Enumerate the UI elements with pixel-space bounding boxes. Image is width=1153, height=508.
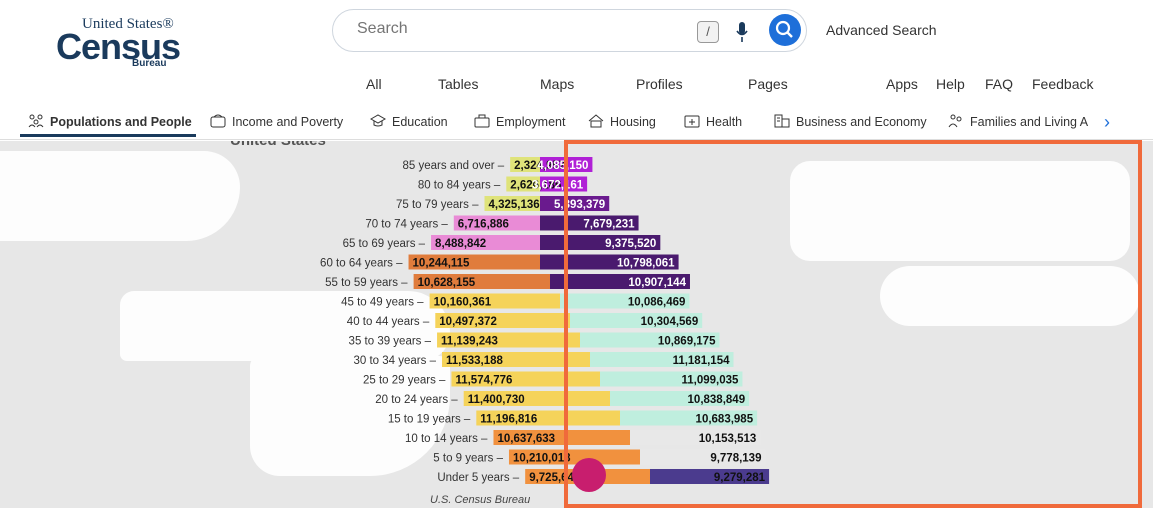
site-header: United States® Census Bureau / Advanced … xyxy=(0,0,1153,104)
search-icon xyxy=(775,20,793,38)
building-icon xyxy=(774,114,790,128)
family-icon xyxy=(948,114,962,128)
briefcase-icon xyxy=(474,114,490,128)
topic-populations-and-people[interactable]: Populations and People xyxy=(28,114,192,129)
nav-all[interactable]: All xyxy=(366,76,382,92)
advanced-search-link[interactable]: Advanced Search xyxy=(826,22,937,38)
age-group-label: 45 to 49 years – xyxy=(341,297,424,309)
topic-label: Education xyxy=(392,115,448,129)
nav-profiles[interactable]: Profiles xyxy=(636,76,683,92)
medical-kit-icon xyxy=(684,115,700,128)
topic-income-and-poverty[interactable]: Income and Poverty xyxy=(210,114,343,129)
chart-title: United States xyxy=(230,141,326,149)
topic-housing[interactable]: Housing xyxy=(588,114,656,129)
topic-label: Families and Living A xyxy=(970,115,1089,129)
male-value-label: 11,574,776 xyxy=(455,375,512,387)
topic-health[interactable]: Health xyxy=(684,114,742,129)
map-credit: U.S. Census Bureau xyxy=(430,494,531,506)
male-value-label: 11,139,243 xyxy=(441,336,498,348)
topic-label: Health xyxy=(706,115,743,129)
wallet-icon xyxy=(210,114,226,128)
census-logo[interactable]: United States® Census Bureau xyxy=(52,16,182,69)
search-button[interactable] xyxy=(769,14,801,46)
search-input[interactable] xyxy=(357,20,677,38)
topic-employment[interactable]: Employment xyxy=(474,114,565,129)
nav-apps[interactable]: Apps xyxy=(886,76,918,92)
topic-families-and-living[interactable]: Families and Living A xyxy=(948,114,1088,129)
age-group-label: 70 to 74 years – xyxy=(365,219,448,231)
age-group-label: 30 to 34 years – xyxy=(354,355,437,367)
nav-maps[interactable]: Maps xyxy=(540,76,574,92)
male-value-label: 8,488,842 xyxy=(435,238,486,250)
age-group-label: 25 to 29 years – xyxy=(363,375,446,387)
topic-label: Income and Poverty xyxy=(232,115,344,129)
search-box: / xyxy=(332,9,807,52)
topic-education[interactable]: Education xyxy=(370,114,448,129)
nav-tables[interactable]: Tables xyxy=(438,76,478,92)
age-group-label: 55 to 59 years – xyxy=(325,277,408,289)
age-group-label: 85 years and over – xyxy=(403,160,505,172)
microphone-icon[interactable] xyxy=(735,21,749,43)
age-group-label: 35 to 39 years – xyxy=(349,336,432,348)
age-group-label: 40 to 44 years – xyxy=(347,316,430,328)
avatar[interactable] xyxy=(572,458,606,492)
age-group-label: 20 to 24 years – xyxy=(375,394,458,406)
male-value-label: 10,244,115 xyxy=(413,258,471,270)
male-value-label: 10,628,155 xyxy=(418,277,476,289)
nav-help[interactable]: Help xyxy=(936,76,965,92)
male-value-label: 6,716,886 xyxy=(458,219,509,231)
age-group-label: 80 to 84 years – xyxy=(418,180,501,192)
topic-label: Employment xyxy=(496,115,566,129)
nav-faq[interactable]: FAQ xyxy=(985,76,1013,92)
age-group-label: 60 to 64 years – xyxy=(320,258,403,270)
age-group-label: 5 to 9 years – xyxy=(433,453,503,465)
active-tab-indicator xyxy=(20,134,196,137)
age-group-label: 10 to 14 years – xyxy=(405,433,488,445)
male-value-label: 11,533,188 xyxy=(446,355,504,367)
topic-business-and-economy[interactable]: Business and Economy xyxy=(774,114,927,129)
slash-shortcut-key: / xyxy=(697,21,719,43)
chevron-right-icon[interactable]: › xyxy=(1104,112,1110,133)
male-value-label: 11,196,816 xyxy=(480,414,537,426)
male-value-label: 10,497,372 xyxy=(439,316,497,328)
age-group-label: 65 to 69 years – xyxy=(343,238,426,250)
topic-label: Populations and People xyxy=(50,115,192,129)
male-value-label: 4,325,136 xyxy=(488,199,539,211)
topic-label: Business and Economy xyxy=(796,115,927,129)
male-value-label: 10,210,018 xyxy=(513,453,571,465)
age-group-label: 15 to 19 years – xyxy=(388,414,471,426)
age-group-label: 75 to 79 years – xyxy=(396,199,479,211)
male-value-label: 10,160,361 xyxy=(434,297,492,309)
nav-pages[interactable]: Pages xyxy=(748,76,788,92)
house-icon xyxy=(588,114,604,128)
graduation-cap-icon xyxy=(370,114,386,127)
topic-label: Housing xyxy=(610,115,656,129)
people-icon xyxy=(28,114,44,128)
logo-sub-text: Bureau xyxy=(132,58,167,69)
male-value-label: 10,637,633 xyxy=(497,433,555,445)
male-value-label: 11,400,730 xyxy=(468,394,525,406)
nav-feedback[interactable]: Feedback xyxy=(1032,76,1093,92)
highlight-frame xyxy=(564,140,1142,508)
age-group-label: Under 5 years – xyxy=(437,472,519,484)
